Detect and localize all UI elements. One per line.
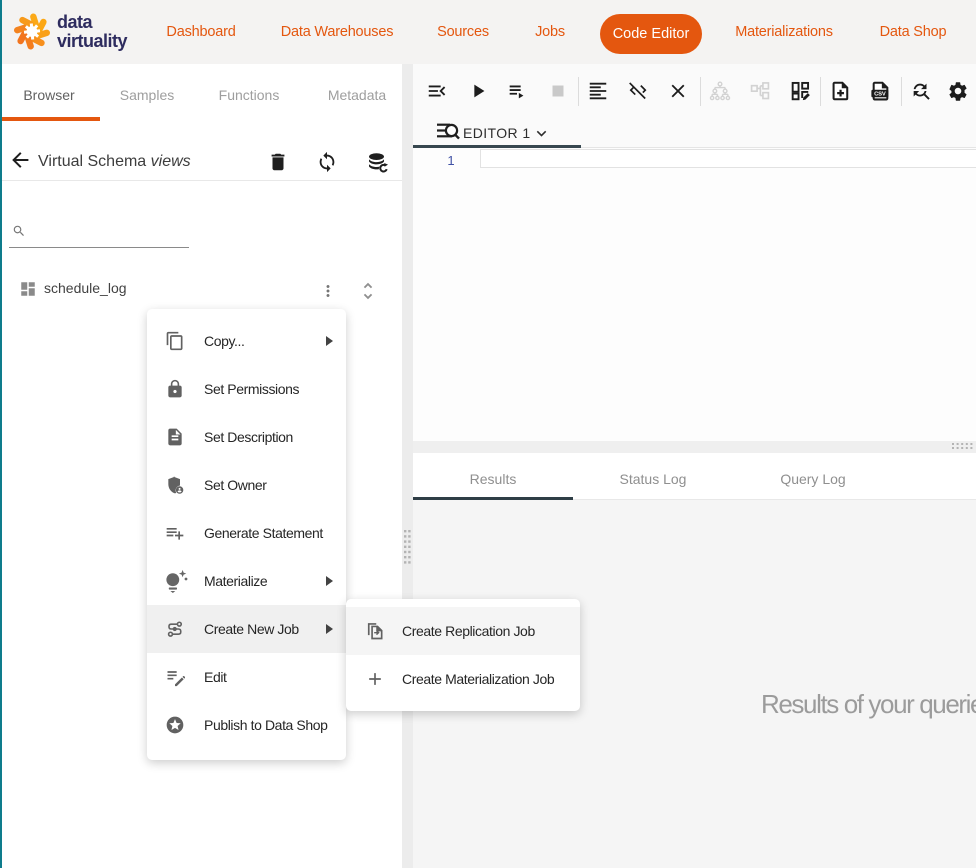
svg-text:CSV: CSV: [874, 92, 886, 98]
